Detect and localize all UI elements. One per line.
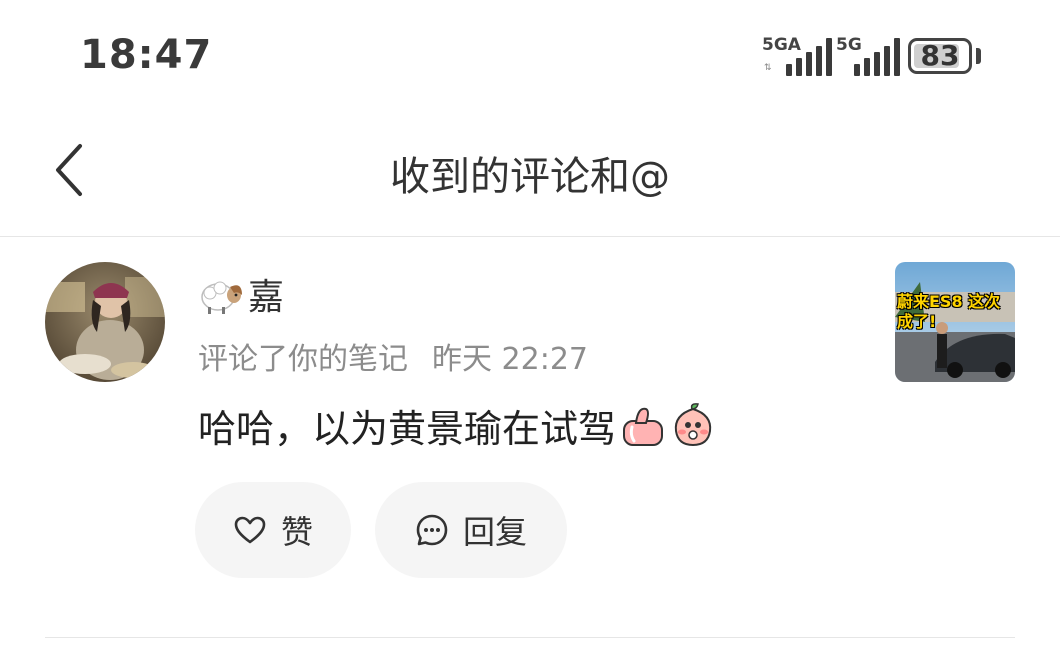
heart-outline-icon xyxy=(234,516,266,544)
battery-icon: 83 xyxy=(908,38,972,74)
battery-tip xyxy=(976,48,981,64)
thumbnail-caption: 蔚来ES8 这次成了! xyxy=(897,292,1001,331)
chat-bubble-icon xyxy=(416,514,448,546)
status-time: 18:47 xyxy=(80,32,213,78)
like-button[interactable]: 赞 xyxy=(195,482,351,578)
reply-button[interactable]: 回复 xyxy=(375,482,567,578)
like-label: 赞 xyxy=(280,513,313,551)
peach-emoji-icon xyxy=(674,402,712,446)
comment-meta: 评论了你的笔记 昨天 22:27 xyxy=(198,334,588,378)
comment-body[interactable]: 哈哈，以为黄景瑜在试驾 xyxy=(198,398,716,453)
page-title: 收到的评论和@ xyxy=(390,154,670,200)
signal-5ga-icon: 5GA ⇅ xyxy=(762,36,832,76)
battery-level: 83 xyxy=(920,39,960,72)
header-divider xyxy=(0,236,1060,237)
signal-5g-icon: 5G xyxy=(836,36,900,76)
comment-timestamp: 昨天 22:27 xyxy=(432,342,588,377)
ram-emoji-icon xyxy=(201,281,242,314)
username: 嘉 xyxy=(248,277,285,318)
note-thumbnail[interactable]: 蔚来ES8 这次成了! xyxy=(895,262,1015,382)
comment-text: 哈哈，以为黄景瑜在试驾 xyxy=(198,407,617,451)
avatar[interactable] xyxy=(45,262,165,382)
thumbs-up-emoji-icon xyxy=(623,407,664,446)
comment-action: 评论了你的笔记 xyxy=(198,342,408,377)
username-row[interactable]: 嘉 xyxy=(198,268,284,320)
reply-label: 回复 xyxy=(462,513,527,551)
avatar-photo xyxy=(45,262,165,382)
item-divider xyxy=(45,637,1015,638)
